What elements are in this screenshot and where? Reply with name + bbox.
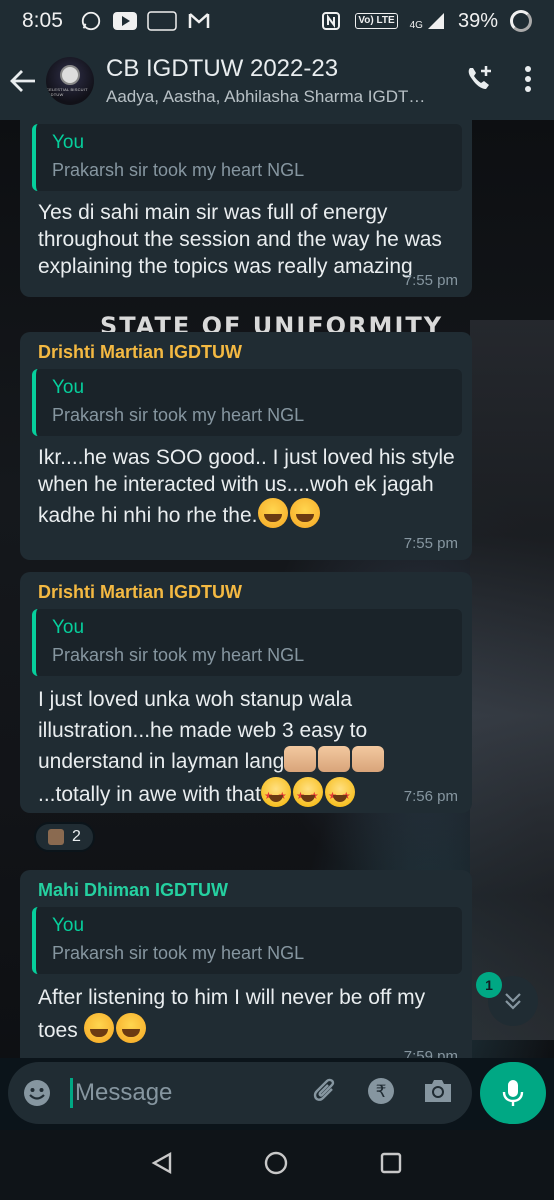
- raised-hands-emoji: [318, 746, 351, 772]
- triangle-back-icon: [151, 1151, 172, 1174]
- emoji-button[interactable]: [8, 1062, 66, 1124]
- header-actions: [464, 64, 554, 99]
- gmail-icon: [187, 11, 211, 31]
- rupee-icon: ₹: [368, 1077, 394, 1104]
- status-bar: 8:05 Vo) LTE 4G 39%: [0, 0, 554, 42]
- quote-author: You: [52, 132, 85, 153]
- notification-icons: [79, 11, 211, 31]
- back-button[interactable]: [0, 42, 46, 120]
- phone-plus-icon: [468, 65, 491, 89]
- message-text: Ikr....he was SOO good.. I just loved hi…: [38, 444, 456, 529]
- add-call-button[interactable]: [464, 64, 494, 99]
- quote-text: Prakarsh sir took my heart NGL: [52, 645, 305, 665]
- sender-name: Mahi Dhiman IGDTUW: [38, 880, 228, 900]
- chat-participants: Aadya, Aastha, Abhilasha Sharma IGDTUW: [106, 87, 436, 106]
- reaction-badge[interactable]: 2: [34, 822, 95, 852]
- double-chevron-down-icon: [505, 993, 521, 1010]
- joy-emoji: [83, 1013, 114, 1043]
- message-input[interactable]: Message ₹: [8, 1062, 472, 1124]
- message-text: Yes di sahi main sir was full of energy …: [38, 201, 442, 278]
- composer-bar: Message ₹: [0, 1058, 554, 1130]
- menu-button[interactable]: [524, 65, 532, 97]
- whatsapp-icon: [79, 11, 103, 31]
- chat-title: CB IGDTUW 2022-23: [106, 55, 339, 82]
- nfc-icon: [319, 11, 343, 31]
- joy-emoji: [257, 498, 288, 528]
- message-bubble[interactable]: Drishti Martian IGDTUW You Prakarsh sir …: [20, 572, 472, 813]
- planet-icon: [60, 65, 80, 85]
- raised-hands-emoji: [284, 746, 317, 772]
- zomato-icon: [147, 11, 177, 31]
- voice-record-button[interactable]: [480, 1062, 546, 1124]
- network-type: 4G: [409, 20, 423, 31]
- attach-button[interactable]: [310, 1076, 340, 1111]
- quote-text: Prakarsh sir took my heart NGL: [52, 405, 305, 425]
- status-time: 8:05: [22, 9, 63, 32]
- battery-icon: [510, 10, 532, 32]
- message-text-part2: ...totally in awe with that: [38, 783, 261, 806]
- sender-name: Drishti Martian IGDTUW: [38, 342, 243, 362]
- arrow-left-icon: [10, 70, 35, 92]
- quote-text: Prakarsh sir took my heart NGL: [52, 943, 305, 963]
- paperclip-icon: [313, 1078, 335, 1101]
- quote-author: You: [52, 915, 85, 936]
- message-bubble[interactable]: You Prakarsh sir took my heart NGL Yes d…: [20, 120, 472, 297]
- joy-emoji: [289, 498, 320, 528]
- chat-area[interactable]: STATE OF UNIFORMITY You Prakarsh sir too…: [0, 120, 554, 1058]
- nav-home-button[interactable]: [263, 1150, 289, 1181]
- message-bubble[interactable]: Drishti Martian IGDTUW You Prakarsh sir …: [20, 332, 472, 560]
- star-struck-emoji: [324, 777, 355, 812]
- nav-recents-button[interactable]: [379, 1151, 403, 1180]
- payment-button[interactable]: ₹: [366, 1076, 396, 1111]
- raised-hands-emoji: [352, 746, 385, 772]
- microphone-icon: [502, 1080, 524, 1106]
- quote-author: You: [52, 617, 85, 638]
- quoted-message[interactable]: You Prakarsh sir took my heart NGL: [32, 369, 462, 436]
- youtube-icon: [112, 11, 137, 31]
- composer-actions: ₹: [310, 1076, 472, 1111]
- message-time: 7:55 pm: [403, 535, 458, 552]
- svg-text:₹: ₹: [376, 1082, 387, 1102]
- circle-home-icon: [264, 1151, 288, 1174]
- volte-badge: Vo) LTE: [355, 13, 398, 29]
- smiley-icon: [24, 1080, 50, 1106]
- system-nav-bar: [0, 1130, 554, 1200]
- square-recents-icon: [380, 1152, 402, 1173]
- unread-count-badge: 1: [476, 972, 502, 998]
- quoted-message[interactable]: You Prakarsh sir took my heart NGL: [32, 609, 462, 676]
- message-placeholder: Message: [75, 1079, 173, 1106]
- message-text-content: Ikr....he was SOO good.. I just loved hi…: [38, 446, 455, 527]
- quoted-message[interactable]: You Prakarsh sir took my heart NGL: [32, 124, 462, 191]
- chat-info[interactable]: CB IGDTUW 2022-23 Aadya, Aastha, Abhilas…: [106, 55, 436, 107]
- chat-header: CELESTIAL BISCUIT IGDTUW CB IGDTUW 2022-…: [0, 42, 554, 120]
- camera-button[interactable]: [422, 1077, 454, 1110]
- quote-author: You: [52, 377, 85, 398]
- system-status: Vo) LTE 4G 39%: [319, 10, 532, 33]
- star-struck-emoji: [292, 777, 323, 812]
- avatar-label: CELESTIAL BISCUIT IGDTUW: [46, 87, 88, 97]
- reaction-count: 2: [72, 828, 81, 845]
- sender-name: Drishti Martian IGDTUW: [38, 582, 243, 602]
- message-bubble[interactable]: Mahi Dhiman IGDTUW You Prakarsh sir took…: [20, 870, 472, 1058]
- star-struck-emoji: [260, 777, 291, 812]
- nav-back-button[interactable]: [151, 1151, 173, 1180]
- group-avatar[interactable]: CELESTIAL BISCUIT IGDTUW: [46, 57, 94, 105]
- signal-icon: 4G: [410, 11, 446, 31]
- message-text: After listening to him I will never be o…: [38, 982, 456, 1046]
- quoted-message[interactable]: You Prakarsh sir took my heart NGL: [32, 907, 462, 974]
- joy-emoji: [115, 1013, 146, 1043]
- quote-text: Prakarsh sir took my heart NGL: [52, 160, 305, 180]
- text-cursor: [70, 1078, 73, 1108]
- wallpaper-image: [470, 320, 554, 1040]
- message-time: 7:59 pm: [403, 1048, 458, 1058]
- battery-percent: 39%: [457, 9, 498, 32]
- more-vert-icon: [525, 65, 531, 92]
- camera-icon: [425, 1079, 451, 1102]
- reaction-emoji-icon: [48, 829, 64, 845]
